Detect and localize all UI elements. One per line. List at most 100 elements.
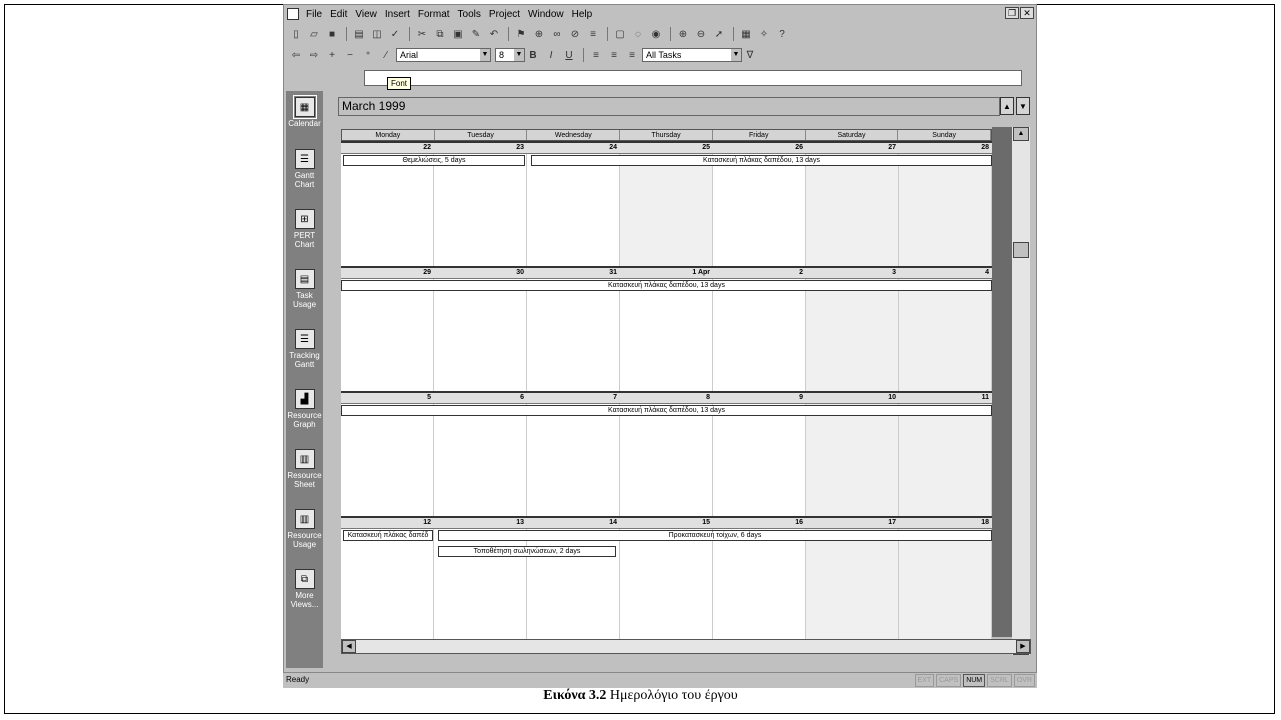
indent-icon[interactable]: ⇨ [306, 48, 322, 63]
dropdown-arrow-icon[interactable]: ▼ [514, 49, 524, 61]
day-header: Wednesday [527, 130, 621, 140]
task-information-icon[interactable]: ▢ [612, 27, 628, 42]
web-toolbar-icon[interactable]: ⊕ [531, 27, 547, 42]
print-icon[interactable]: ▤ [351, 27, 367, 42]
hide-subtasks-icon[interactable]: − [342, 48, 358, 63]
zoom-in-icon[interactable]: ⊕ [675, 27, 691, 42]
filter-icon[interactable]: ⁄ [378, 48, 394, 63]
date-number: 27 [888, 144, 896, 151]
scroll-right-icon[interactable]: ▶ [1016, 640, 1030, 653]
dropdown-arrow-icon[interactable]: ▼ [480, 49, 490, 61]
task-bar[interactable]: Τοποθέτηση σωληνώσεων, 2 days [438, 546, 616, 557]
task-notes-icon[interactable]: ◌ [630, 27, 646, 42]
font-combo[interactable]: Arial ▼ [396, 48, 491, 62]
autofilter-icon[interactable]: ∇ [742, 48, 758, 63]
scroll-up-icon[interactable]: ▲ [1013, 127, 1029, 141]
unlink-tasks-icon[interactable]: ⊘ [567, 27, 583, 42]
new-icon[interactable]: ▯ [288, 27, 304, 42]
menu-window[interactable]: Window [524, 9, 568, 20]
view-tracking-gantt[interactable]: ☰ Tracking Gantt [286, 329, 323, 369]
format-painter-icon[interactable]: ✎ [468, 27, 484, 42]
view-pert-chart[interactable]: ⊞ PERT Chart [286, 209, 323, 249]
filter-combo[interactable]: All Tasks ▼ [642, 48, 742, 62]
italic-icon[interactable]: I [543, 48, 559, 63]
separator [409, 27, 410, 41]
month-title: March 1999 [338, 97, 1000, 116]
print-preview-icon[interactable]: ◫ [369, 27, 385, 42]
task-bar[interactable]: Κατασκευή πλάκας δαπέδου, 13 days [341, 405, 992, 416]
separator [508, 27, 509, 41]
menu-file[interactable]: File [302, 9, 326, 20]
view-resource-usage[interactable]: ▥ Resource Usage [286, 509, 323, 549]
day-headers: Monday Tuesday Wednesday Thursday Friday… [341, 129, 992, 141]
resource-sheet-icon: ▥ [294, 449, 315, 469]
gantt-wizard-icon[interactable]: ✧ [756, 27, 772, 42]
open-icon[interactable]: ▱ [306, 27, 322, 42]
underline-icon[interactable]: U [561, 48, 577, 63]
view-task-usage[interactable]: ▤ Task Usage [286, 269, 323, 309]
task-bar[interactable]: Κατασκευή πλάκας δαπέδ [343, 530, 433, 541]
vertical-scrollbar[interactable]: ▲ ▼ [1012, 127, 1030, 655]
help-icon[interactable]: ? [774, 27, 790, 42]
align-right-icon[interactable]: ≡ [624, 48, 640, 63]
horizontal-scrollbar[interactable]: ◀ ▶ [341, 639, 1031, 654]
calendar-side-pane [992, 127, 1012, 637]
paste-icon[interactable]: ▣ [450, 27, 466, 42]
align-left-icon[interactable]: ≡ [588, 48, 604, 63]
align-center-icon[interactable]: ≡ [606, 48, 622, 63]
calendar-week: 12 13 14 15 16 17 18 Κατασκευή πλάκας δα… [341, 516, 992, 641]
copy-icon[interactable]: ⧉ [432, 27, 448, 42]
date-number: 8 [706, 394, 710, 401]
zoom-out-icon[interactable]: ⊖ [693, 27, 709, 42]
app-icon[interactable] [287, 8, 299, 20]
task-bar[interactable]: Προκατασκευή τοίχων, 6 days [438, 530, 992, 541]
view-more-views[interactable]: ⧉ More Views... [286, 569, 323, 609]
show-subtasks-icon[interactable]: + [324, 48, 340, 63]
split-task-icon[interactable]: ≡ [585, 27, 601, 42]
bold-icon[interactable]: B [525, 48, 541, 63]
font-size-combo[interactable]: 8 ▼ [495, 48, 525, 62]
font-size-value: 8 [499, 50, 505, 60]
task-bar[interactable]: Κατασκευή πλάκας δαπέδου, 13 days [341, 280, 992, 291]
ext-indicator: EXT [914, 674, 935, 687]
next-month-icon[interactable]: ▼ [1016, 97, 1030, 115]
view-resource-graph[interactable]: ▟ Resource Graph [286, 389, 323, 429]
separator [346, 27, 347, 41]
close-icon[interactable]: ✕ [1020, 7, 1034, 19]
view-calendar[interactable]: ▦ Calendar [286, 95, 323, 128]
copy-picture-icon[interactable]: ▦ [738, 27, 754, 42]
dropdown-arrow-icon[interactable]: ▼ [731, 49, 741, 61]
goto-selected-task-icon[interactable]: ➚ [711, 27, 727, 42]
link-tasks-icon[interactable]: ∞ [549, 27, 565, 42]
menu-format[interactable]: Format [414, 9, 454, 20]
view-resource-sheet[interactable]: ▥ Resource Sheet [286, 449, 323, 489]
scroll-left-icon[interactable]: ◀ [342, 640, 356, 653]
separator [733, 27, 734, 41]
outdent-icon[interactable]: ⇦ [288, 48, 304, 63]
assign-resources-icon[interactable]: ◉ [648, 27, 664, 42]
tracking-gantt-icon: ☰ [294, 329, 315, 349]
save-icon[interactable]: ■ [324, 27, 340, 42]
menu-project[interactable]: Project [485, 9, 524, 20]
menu-view[interactable]: View [351, 9, 381, 20]
view-label: Resource Usage [287, 531, 322, 549]
view-gantt-chart[interactable]: ☰ Gantt Chart [286, 149, 323, 189]
show-icon[interactable]: ⁺ [360, 48, 376, 63]
scroll-thumb[interactable] [1013, 242, 1029, 258]
cut-icon[interactable]: ✂ [414, 27, 430, 42]
menu-insert[interactable]: Insert [381, 9, 414, 20]
date-number: 3 [892, 269, 896, 276]
insert-hyperlink-icon[interactable]: ⚑ [513, 27, 529, 42]
entry-field[interactable] [364, 70, 1022, 86]
menu-edit[interactable]: Edit [326, 9, 351, 20]
resource-usage-icon: ▥ [294, 509, 315, 529]
menu-help[interactable]: Help [568, 9, 597, 20]
task-bar[interactable]: Θεμελιώσεις, 5 days [343, 155, 525, 166]
restore-icon[interactable]: ❐ [1005, 7, 1019, 19]
previous-month-icon[interactable]: ▲ [1000, 97, 1014, 115]
undo-icon[interactable]: ↶ [486, 27, 502, 42]
task-bar[interactable]: Κατασκευή πλάκας δαπέδου, 13 days [531, 155, 992, 166]
menu-tools[interactable]: Tools [454, 9, 485, 20]
pert-chart-icon: ⊞ [294, 209, 315, 229]
spelling-icon[interactable]: ✓ [387, 27, 403, 42]
